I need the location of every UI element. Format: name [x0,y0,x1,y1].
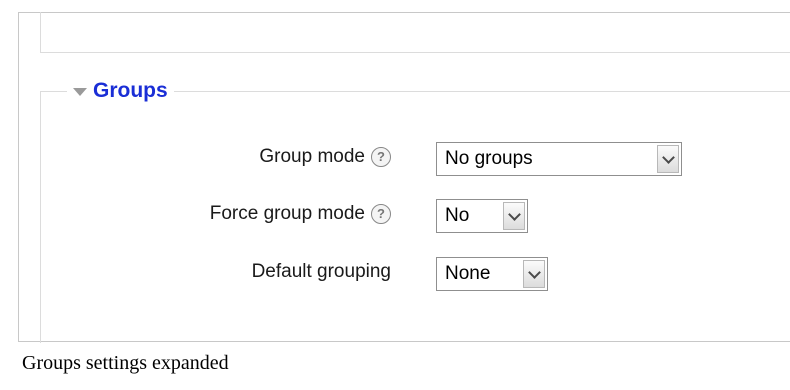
chevron-down-icon [661,150,675,164]
group-mode-label: Group mode ? [259,146,391,168]
groups-section-header[interactable]: Groups [67,77,174,105]
group-mode-value: No groups [445,148,533,169]
default-grouping-value: None [445,263,491,284]
default-grouping-row: Default grouping None [19,257,790,297]
previous-section-fieldset [40,12,790,53]
group-mode-label-text: Group mode [259,146,365,167]
force-group-mode-row: Force group mode ? No [19,199,790,239]
group-mode-row: Group mode ? No groups [19,142,790,182]
force-group-mode-value: No [445,205,470,226]
group-mode-dropdown-button[interactable] [657,145,679,173]
section-title[interactable]: Groups [93,79,168,103]
force-group-mode-select[interactable]: No [436,199,528,233]
default-grouping-label: Default grouping [252,261,391,283]
chevron-down-icon [507,207,521,221]
question-circle-icon[interactable]: ? [371,204,391,224]
question-circle-icon[interactable]: ? [371,147,391,167]
default-grouping-label-text: Default grouping [251,261,391,282]
group-mode-select[interactable]: No groups [436,142,682,176]
chevron-down-icon [527,265,541,279]
screenshot-frame: Groups Group mode ? No groups Force grou… [18,12,790,343]
force-group-mode-label: Force group mode ? [210,203,391,225]
default-grouping-dropdown-button[interactable] [523,260,545,288]
force-group-mode-dropdown-button[interactable] [503,202,525,230]
force-group-mode-label-text: Force group mode [209,203,365,224]
default-grouping-select[interactable]: None [436,257,548,291]
triangle-down-icon[interactable] [73,88,87,96]
image-caption: Groups settings expanded [22,352,229,374]
